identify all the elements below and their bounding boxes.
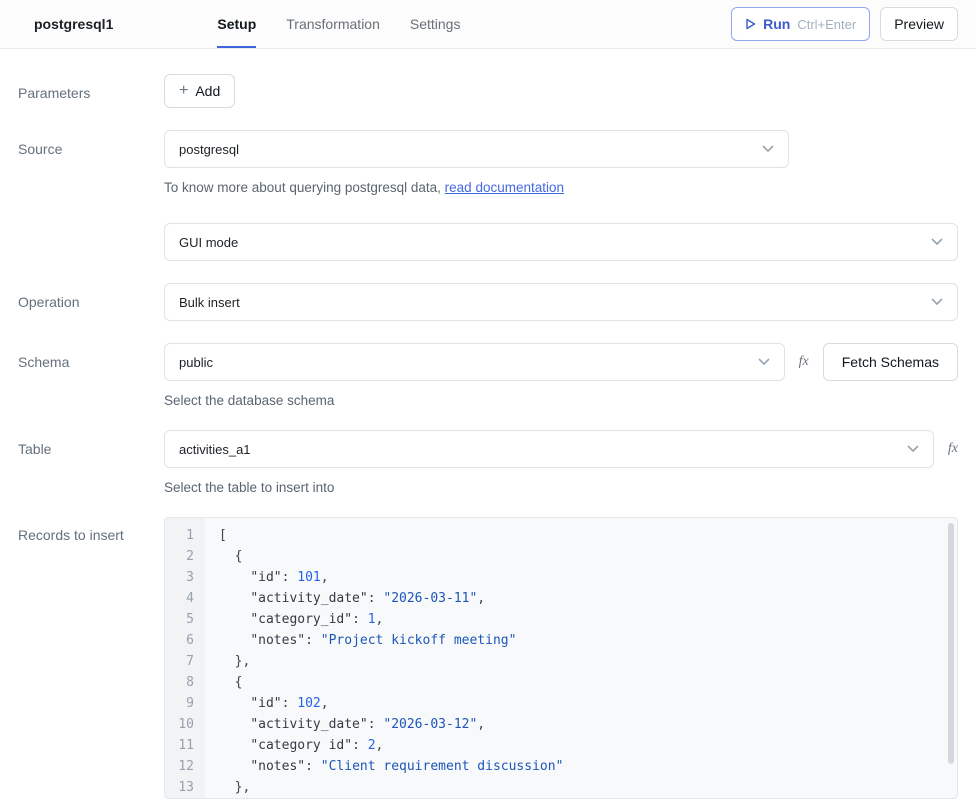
tab-setup[interactable]: Setup: [217, 0, 256, 48]
source-select-value: postgresql: [179, 142, 239, 157]
run-button[interactable]: Run Ctrl+Enter: [731, 7, 870, 41]
mode-select-value: GUI mode: [179, 235, 238, 250]
line-number: 3: [165, 567, 205, 588]
chevron-down-icon: [931, 298, 943, 306]
code-line: 10 "activity_date": "2026-03-12",: [165, 714, 957, 735]
operation-select[interactable]: Bulk insert: [164, 283, 958, 321]
operation-label: Operation: [18, 283, 128, 321]
code-line: 9 "id": 102,: [165, 693, 957, 714]
operation-row: Operation Bulk insert: [18, 283, 958, 321]
run-shortcut: Ctrl+Enter: [797, 17, 856, 32]
line-number: 13: [165, 777, 205, 798]
line-number: 10: [165, 714, 205, 735]
preview-button[interactable]: Preview: [880, 7, 958, 41]
source-row: Source postgresql To know more about que…: [18, 130, 958, 195]
chevron-down-icon: [762, 145, 774, 153]
parameters-label: Parameters: [18, 74, 128, 108]
code-line: 13 },: [165, 777, 957, 798]
code-line: 12 "notes": "Client requirement discussi…: [165, 756, 957, 777]
line-number: 12: [165, 756, 205, 777]
records-code-editor[interactable]: 1[2 {3 "id": 101,4 "activity_date": "202…: [164, 517, 958, 799]
code-line: 7 },: [165, 651, 957, 672]
chevron-down-icon: [758, 358, 770, 366]
records-row: Records to insert 1[2 {3 "id": 101,4 "ac…: [18, 517, 958, 799]
code-line: 4 "activity_date": "2026-03-11",: [165, 588, 957, 609]
query-setup-form: Parameters + Add Source postgresql To: [0, 49, 976, 799]
fx-toggle-icon[interactable]: fx: [799, 354, 809, 370]
chevron-down-icon: [907, 445, 919, 453]
code-line: 2 {: [165, 546, 957, 567]
schema-select[interactable]: public: [164, 343, 785, 381]
line-number: 1: [165, 525, 205, 546]
header-actions: Run Ctrl+Enter Preview: [731, 0, 958, 48]
source-help-prefix: To know more about querying postgresql d…: [164, 180, 445, 195]
plus-icon: +: [179, 83, 188, 99]
query-title[interactable]: postgresql1: [34, 16, 113, 32]
code-line: 11 "category id": 2,: [165, 735, 957, 756]
source-select[interactable]: postgresql: [164, 130, 789, 168]
source-help-text: To know more about querying postgresql d…: [164, 180, 958, 195]
query-header: postgresql1 Setup Transformation Setting…: [0, 0, 976, 49]
code-line: 8 {: [165, 672, 957, 693]
source-label: Source: [18, 130, 128, 195]
table-select-value: activities_a1: [179, 442, 251, 457]
mode-row: GUI mode: [18, 223, 958, 261]
add-label: Add: [195, 83, 220, 99]
fx-toggle-icon[interactable]: fx: [948, 441, 958, 457]
query-editor-panel: postgresql1 Setup Transformation Setting…: [0, 0, 976, 804]
schema-select-value: public: [179, 355, 213, 370]
code-line: 6 "notes": "Project kickoff meeting": [165, 630, 957, 651]
line-number: 9: [165, 693, 205, 714]
tab-transformation[interactable]: Transformation: [286, 0, 380, 48]
table-row: Table activities_a1 fx Select the table …: [18, 430, 958, 495]
schema-label: Schema: [18, 343, 128, 408]
play-icon: [745, 18, 756, 30]
fetch-schemas-button[interactable]: Fetch Schemas: [823, 343, 958, 381]
schema-help-text: Select the database schema: [164, 393, 958, 408]
records-label: Records to insert: [18, 517, 128, 799]
run-label: Run: [763, 16, 790, 32]
parameters-row: Parameters + Add: [18, 74, 958, 108]
add-parameter-button[interactable]: + Add: [164, 74, 235, 108]
query-tabs: Setup Transformation Settings: [217, 0, 460, 48]
line-number: 7: [165, 651, 205, 672]
line-number: 2: [165, 546, 205, 567]
read-documentation-link[interactable]: read documentation: [445, 180, 564, 195]
operation-select-value: Bulk insert: [179, 295, 240, 310]
table-label: Table: [18, 430, 128, 495]
code-line: 1[: [165, 525, 957, 546]
table-help-text: Select the table to insert into: [164, 480, 958, 495]
code-line: 5 "category_id": 1,: [165, 609, 957, 630]
schema-row: Schema public fx Fetch Schemas Select th…: [18, 343, 958, 408]
code-lines: 1[2 {3 "id": 101,4 "activity_date": "202…: [165, 525, 957, 798]
line-number: 6: [165, 630, 205, 651]
table-select[interactable]: activities_a1: [164, 430, 934, 468]
mode-select[interactable]: GUI mode: [164, 223, 958, 261]
line-number: 4: [165, 588, 205, 609]
tab-settings[interactable]: Settings: [410, 0, 461, 48]
editor-scrollbar[interactable]: [948, 523, 954, 764]
chevron-down-icon: [931, 238, 943, 246]
mode-label-spacer: [18, 223, 128, 261]
line-number: 8: [165, 672, 205, 693]
line-number: 5: [165, 609, 205, 630]
line-number: 11: [165, 735, 205, 756]
code-line: 3 "id": 101,: [165, 567, 957, 588]
